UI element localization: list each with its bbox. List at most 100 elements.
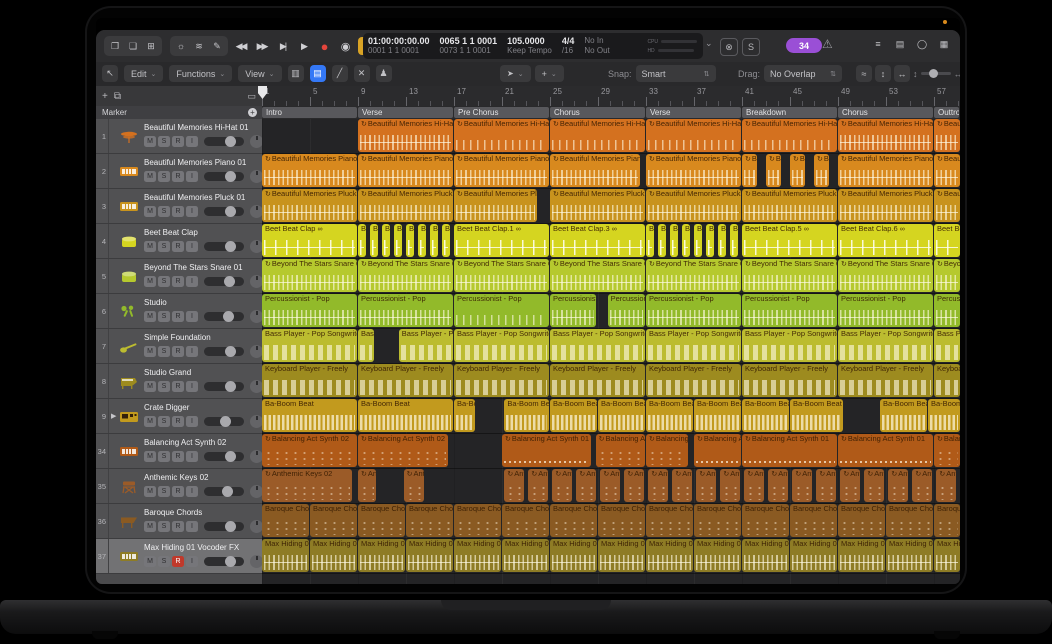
volume-knob[interactable]: [225, 521, 236, 532]
region[interactable]: ↻Anthemic Keys 02: [720, 469, 740, 502]
track-header[interactable]: 35Anthemic Keys 02MSRI: [96, 469, 262, 504]
volume-slider[interactable]: [204, 347, 244, 356]
volume-slider[interactable]: [204, 277, 244, 286]
library-toggle-icon[interactable]: ❐: [107, 38, 123, 54]
region[interactable]: Max Hiding 01 V: [790, 539, 837, 572]
r-button[interactable]: R: [172, 206, 184, 217]
region[interactable]: ↻Anthemic Keys 02: [672, 469, 692, 502]
m-button[interactable]: M: [144, 276, 156, 287]
volume-slider[interactable]: [204, 487, 244, 496]
region[interactable]: ↻Beautiful Memories Pluck 01.2: [838, 189, 933, 222]
track-header[interactable]: 8Studio GrandMSRI: [96, 364, 262, 399]
region[interactable]: ↻Balancing Act Synth 01: [934, 434, 960, 467]
waveform-zoom-icon[interactable]: ≈: [856, 65, 872, 82]
loop-browser-icon[interactable]: ◯: [914, 36, 930, 52]
region[interactable]: Beet Beat Clap: [442, 224, 450, 257]
m-button[interactable]: M: [144, 206, 156, 217]
vertical-zoom-slider[interactable]: [921, 72, 951, 75]
region[interactable]: ↻Beyond The Stars Snare 01.1∞: [358, 259, 453, 292]
region[interactable]: Percussionist - Pop: [454, 294, 549, 327]
i-button[interactable]: I: [186, 276, 198, 287]
volume-slider[interactable]: [204, 522, 244, 531]
region[interactable]: Beet Beat Clap: [718, 224, 726, 257]
region[interactable]: ↻Balancing Act Synth 01: [502, 434, 591, 467]
i-button[interactable]: I: [186, 416, 198, 427]
region[interactable]: ↻Beyond The Stars Snare 02.3∞: [742, 259, 837, 292]
toolbar-toggle-icon[interactable]: ⊞: [143, 38, 159, 54]
track-header[interactable]: 7Simple FoundationMSRI: [96, 329, 262, 364]
pan-knob[interactable]: [250, 310, 262, 323]
region[interactable]: Ba-Boom Beat: [790, 399, 843, 432]
s-button[interactable]: S: [158, 136, 170, 147]
volume-slider[interactable]: [204, 452, 244, 461]
track-header[interactable]: 5Beyond The Stars Snare 01MSRI: [96, 259, 262, 294]
flex-mode-icon[interactable]: ✕: [354, 65, 370, 82]
region[interactable]: Baroque Chords: [406, 504, 453, 537]
region[interactable]: ↻Balancing Act Synth 01: [646, 434, 688, 467]
track-header[interactable]: 6StudioMSRI: [96, 294, 262, 329]
region[interactable]: Max Hiding 01 V: [550, 539, 597, 572]
inspector-toggle-icon[interactable]: ❏: [125, 38, 141, 54]
track-header[interactable]: 4Beet Beat ClapMSRI: [96, 224, 262, 259]
pan-knob[interactable]: [250, 345, 262, 358]
region[interactable]: ↻Beyond The Stars Snare 02.1∞: [550, 259, 645, 292]
track-header[interactable]: 2Beautiful Memories Piano 01MSRI: [96, 154, 262, 189]
region[interactable]: Percussionist - Pop: [358, 294, 453, 327]
volume-slider[interactable]: [204, 417, 244, 426]
region[interactable]: ↻Anthemic Keys 02: [648, 469, 668, 502]
rewind-button[interactable]: ◀◀: [232, 37, 249, 55]
region[interactable]: Ba-Boom Beat: [742, 399, 789, 432]
region[interactable]: ↻Beautiful Memories Piano: [766, 154, 781, 187]
region[interactable]: ↻Beyond The Stars Snare 02.2∞: [646, 259, 741, 292]
region[interactable]: Max Hiding 01 V: [694, 539, 741, 572]
region[interactable]: Beet Beat Clap.6∞: [838, 224, 933, 257]
region[interactable]: ↻Beautiful Memories Hi-Hat 02.1: [550, 119, 645, 152]
region[interactable]: ↻Anthemic Keys 02: [600, 469, 620, 502]
drag-dropdown[interactable]: No Overlap ⇅: [764, 65, 842, 82]
volume-knob[interactable]: [225, 136, 236, 147]
pan-knob[interactable]: [250, 240, 262, 253]
m-button[interactable]: M: [144, 346, 156, 357]
s-button[interactable]: S: [158, 521, 170, 532]
edit-menu[interactable]: Edit ⌄: [124, 65, 163, 82]
volume-slider[interactable]: [204, 172, 244, 181]
i-button[interactable]: I: [186, 521, 198, 532]
track-header[interactable]: 36Baroque ChordsMSRI: [96, 504, 262, 539]
region[interactable]: Beet Beat Clap: [934, 224, 960, 257]
region[interactable]: Ba-Boom Beat: [646, 399, 693, 432]
vertical-autozoom-icon[interactable]: ↕: [875, 65, 891, 82]
play-button[interactable]: ▶: [295, 37, 312, 55]
volume-knob[interactable]: [225, 556, 236, 567]
region[interactable]: Percussionist - Pop: [608, 294, 645, 327]
region[interactable]: Percussionist - Pop: [646, 294, 741, 327]
region[interactable]: Baroque Chords: [310, 504, 357, 537]
r-button[interactable]: R: [172, 136, 184, 147]
arrangement-marker[interactable]: Chorus: [550, 107, 645, 118]
pan-knob[interactable]: [250, 520, 262, 533]
m-button[interactable]: M: [144, 486, 156, 497]
region[interactable]: ↻Beautiful Memories Hi-Hat 03.1: [358, 119, 453, 152]
r-button[interactable]: R: [172, 381, 184, 392]
volume-knob[interactable]: [225, 171, 236, 182]
duplicate-track-icon[interactable]: ⧉: [114, 91, 121, 102]
region[interactable]: Percussionist - Pop: [550, 294, 596, 327]
region[interactable]: Baroque Chords: [502, 504, 549, 537]
pan-knob[interactable]: [250, 135, 262, 148]
region[interactable]: Max Hiding 01 V: [646, 539, 693, 572]
region[interactable]: Max Hiding 01 V: [310, 539, 357, 572]
secondary-tool-menu[interactable]: + ⌄: [535, 65, 564, 82]
go-to-end-button[interactable]: ▶|: [274, 37, 291, 55]
region[interactable]: ↻Anthemic Keys 02: [624, 469, 644, 502]
region[interactable]: Bass Player - Pop Songwriter: [550, 329, 645, 362]
region[interactable]: Bass Player: [358, 329, 374, 362]
i-button[interactable]: I: [186, 311, 198, 322]
region[interactable]: Percussionist - Pop: [838, 294, 933, 327]
region[interactable]: Beet Beat Clap: [694, 224, 702, 257]
region[interactable]: Baroque Chords: [646, 504, 693, 537]
region[interactable]: Keyboard Player - Freely: [358, 364, 453, 397]
forward-button[interactable]: ▶▶: [253, 37, 270, 55]
s-button[interactable]: S: [158, 451, 170, 462]
region[interactable]: Beet Beat Clap: [670, 224, 678, 257]
lcd-chevron-down-icon[interactable]: ⌄: [705, 38, 713, 49]
region[interactable]: ↻Beyond The Stars Snare 01.2∞: [838, 259, 933, 292]
